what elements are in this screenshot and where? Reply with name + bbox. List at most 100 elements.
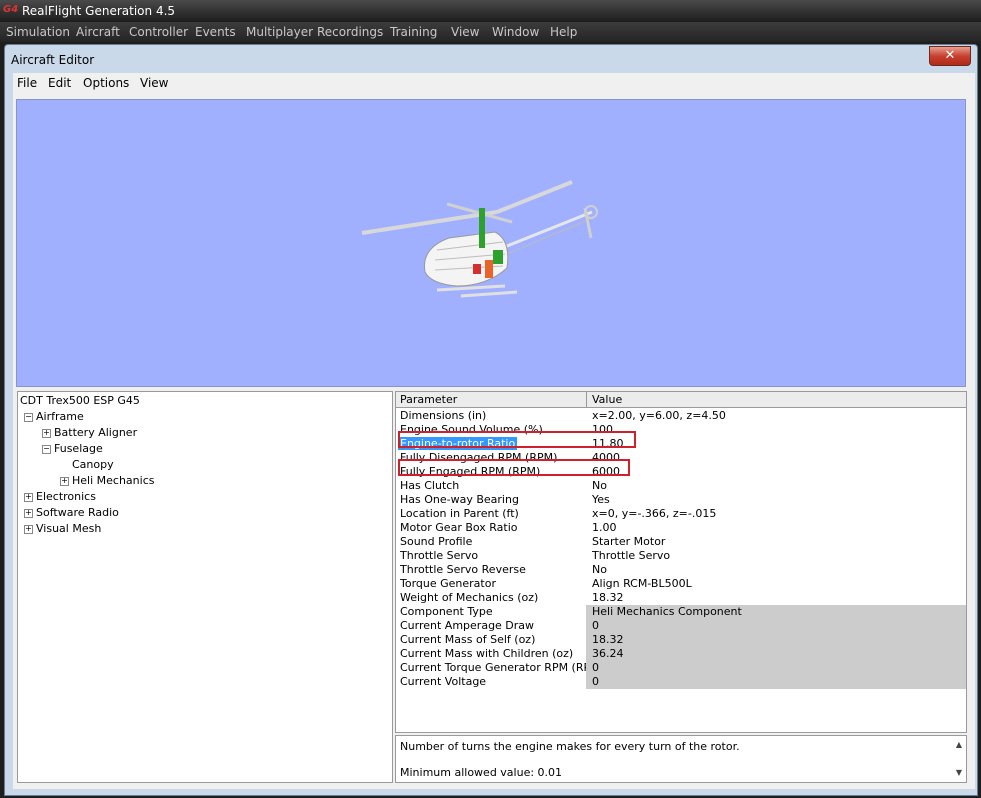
table-row[interactable]: Current Mass of Self (oz) 18.32 — [396, 633, 966, 647]
parameter-value[interactable]: 1.00 — [592, 521, 617, 534]
parameter-name: Current Amperage Draw — [400, 619, 535, 632]
tree-node-canopy[interactable]: Canopy — [72, 458, 114, 471]
close-button[interactable]: ✕ — [929, 46, 971, 66]
parameter-value[interactable]: No — [592, 479, 607, 492]
scroll-down-icon[interactable]: ▼ — [954, 768, 964, 777]
parameter-value[interactable]: x=2.00, y=6.00, z=4.50 — [592, 409, 726, 422]
tree-node-airframe[interactable]: − Airframe — [24, 410, 84, 423]
menu-options[interactable]: Options — [83, 76, 129, 90]
expand-icon[interactable]: + — [24, 508, 33, 518]
scroll-up-icon[interactable]: ▲ — [954, 740, 964, 749]
table-row[interactable]: Throttle Servo Throttle Servo — [396, 549, 966, 563]
parameter-value[interactable]: Throttle Servo — [592, 549, 670, 562]
parameter-value[interactable]: Yes — [592, 493, 610, 506]
menu-aircraft[interactable]: Aircraft — [76, 25, 120, 39]
parameter-name: Throttle Servo — [400, 549, 479, 562]
table-row[interactable]: Current Mass with Children (oz) 36.24 — [396, 647, 966, 661]
menu-training[interactable]: Training — [390, 25, 437, 39]
parameter-value[interactable]: 18.32 — [592, 591, 624, 604]
parameter-value: 18.32 — [586, 633, 966, 647]
highlight-box — [398, 431, 636, 448]
parameter-name: Current Mass with Children (oz) — [400, 647, 574, 660]
menu-help[interactable]: Help — [550, 25, 577, 39]
expand-icon[interactable]: + — [24, 524, 33, 534]
parameter-value[interactable]: Align RCM-BL500L — [592, 577, 692, 590]
parameter-name: Torque Generator — [400, 577, 496, 590]
tree-root[interactable]: CDT Trex500 ESP G45 — [20, 394, 140, 407]
parameter-name: Sound Profile — [400, 535, 473, 548]
column-parameter[interactable]: Parameter — [400, 393, 457, 406]
menu-window[interactable]: Window — [492, 25, 539, 39]
description-text: Number of turns the engine makes for eve… — [400, 740, 740, 753]
expand-icon[interactable]: + — [60, 476, 69, 486]
parameter-value: Heli Mechanics Component — [586, 605, 966, 619]
menu-recordings[interactable]: Recordings — [317, 25, 383, 39]
table-row[interactable]: Location in Parent (ft) x=0, y=-.366, z=-… — [396, 507, 966, 521]
menu-controller[interactable]: Controller — [129, 25, 188, 39]
parameter-value: 36.24 — [586, 647, 966, 661]
aircraft-3d-viewport[interactable] — [16, 99, 966, 387]
table-row[interactable]: Dimensions (in) x=2.00, y=6.00, z=4.50 — [396, 409, 966, 423]
table-row[interactable]: Current Voltage 0 — [396, 675, 966, 689]
parameter-name: Has Clutch — [400, 479, 460, 492]
tree-node-electronics[interactable]: + Electronics — [24, 490, 96, 503]
menu-simulation[interactable]: Simulation — [6, 25, 70, 39]
parameter-name: Motor Gear Box Ratio — [400, 521, 518, 534]
parameter-name: Current Voltage — [400, 675, 487, 688]
parameter-value: 0 — [586, 619, 966, 633]
expand-icon[interactable]: + — [42, 428, 51, 438]
tree-node-software-radio[interactable]: + Software Radio — [24, 506, 119, 519]
table-row[interactable]: Has One-way Bearing Yes — [396, 493, 966, 507]
menu-edit[interactable]: Edit — [48, 76, 71, 90]
app-menubar: Simulation Aircraft Controller Events Mu… — [0, 22, 981, 42]
aircraft-editor-window: Aircraft Editor ✕ File Edit Options View — [4, 44, 978, 796]
highlight-box — [398, 459, 630, 476]
table-row[interactable]: Weight of Mechanics (oz) 18.32 — [396, 591, 966, 605]
table-row[interactable]: Sound Profile Starter Motor — [396, 535, 966, 549]
parameter-value[interactable]: x=0, y=-.366, z=-.015 — [592, 507, 716, 520]
app-title: RealFlight Generation 4.5 — [22, 4, 176, 18]
description-panel: Number of turns the engine makes for eve… — [395, 735, 967, 783]
table-row[interactable]: Current Torque Generator RPM (RPM) 0 — [396, 661, 966, 675]
editor-client: CDT Trex500 ESP G45 − Airframe + Battery A… — [13, 93, 975, 789]
menu-events[interactable]: Events — [195, 25, 236, 39]
table-row[interactable]: Torque Generator Align RCM-BL500L — [396, 577, 966, 591]
table-row[interactable]: Component Type Heli Mechanics Component — [396, 605, 966, 619]
menu-multiplayer[interactable]: Multiplayer — [246, 25, 313, 39]
tree-node-visual-mesh[interactable]: + Visual Mesh — [24, 522, 101, 535]
menu-file[interactable]: File — [17, 76, 37, 90]
parameter-name: Weight of Mechanics (oz) — [400, 591, 539, 604]
parameter-name: Component Type — [400, 605, 493, 618]
parameter-name: Throttle Servo Reverse — [400, 563, 526, 576]
table-row[interactable]: Has Clutch No — [396, 479, 966, 493]
parameter-name: Current Mass of Self (oz) — [400, 633, 536, 646]
minimum-value-text: Minimum allowed value: 0.01 — [400, 766, 563, 779]
expand-icon[interactable]: + — [24, 492, 33, 502]
table-row[interactable]: Throttle Servo Reverse No — [396, 563, 966, 577]
parameter-value[interactable]: Starter Motor — [592, 535, 665, 548]
parameter-value[interactable]: No — [592, 563, 607, 576]
realflight-logo-icon: G4 — [3, 4, 19, 15]
collapse-icon[interactable]: − — [42, 444, 51, 454]
tree-node-fuselage[interactable]: − Fuselage — [42, 442, 103, 455]
component-tree: CDT Trex500 ESP G45 − Airframe + Battery A… — [17, 391, 393, 783]
tree-node-heli-mechanics[interactable]: + Heli Mechanics — [60, 474, 154, 487]
parameter-name: Has One-way Bearing — [400, 493, 519, 506]
table-row[interactable]: Current Amperage Draw 0 — [396, 619, 966, 633]
editor-title: Aircraft Editor — [11, 53, 95, 67]
parameter-value: 0 — [586, 675, 966, 689]
parameter-name: Location in Parent (ft) — [400, 507, 519, 520]
menu-view[interactable]: View — [451, 25, 479, 39]
parameter-name: Dimensions (in) — [400, 409, 487, 422]
helicopter-model-icon — [361, 180, 598, 298]
menu-view-editor[interactable]: View — [140, 76, 168, 90]
editor-menubar: File Edit Options View — [13, 73, 975, 93]
parameter-value: 0 — [586, 661, 966, 675]
grid-header: Parameter Value — [396, 392, 966, 408]
app-title-bar: G4 RealFlight Generation 4.5 — [0, 0, 981, 22]
table-row[interactable]: Motor Gear Box Ratio 1.00 — [396, 521, 966, 535]
tree-node-battery-aligner[interactable]: + Battery Aligner — [42, 426, 137, 439]
parameter-name: Current Torque Generator RPM (RPM) — [400, 661, 604, 674]
collapse-icon[interactable]: − — [24, 412, 33, 422]
column-value[interactable]: Value — [592, 393, 622, 406]
